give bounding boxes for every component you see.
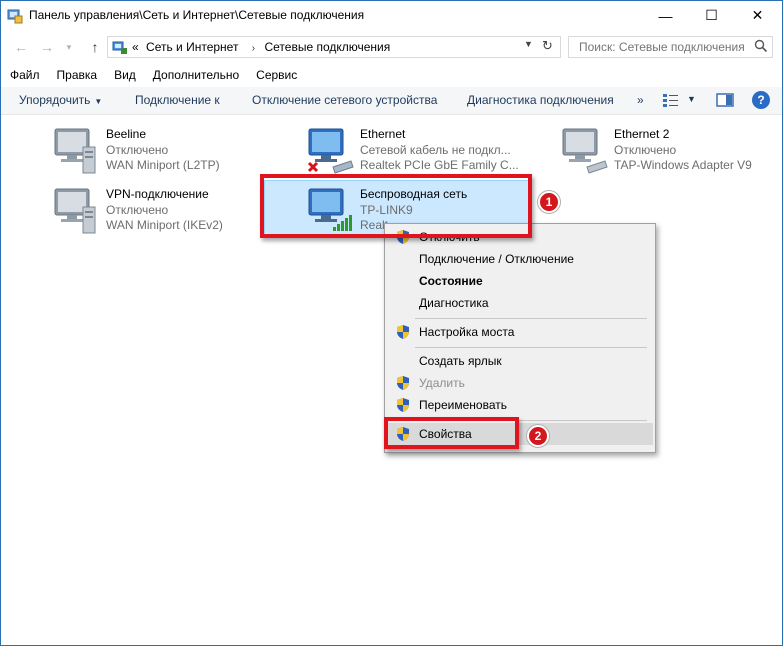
uac-shield-icon [397,398,409,412]
annotation-step-2-badge: 2 [527,425,549,447]
minimize-button[interactable]: — [643,1,688,30]
context-item-delete: Удалить [387,372,653,394]
context-item-rename[interactable]: Переименовать [387,394,653,416]
window-title: Панель управления\Сеть и Интернет\Сетевы… [29,8,365,22]
breadcrumb-overflow[interactable]: « [132,40,139,54]
breadcrumb-network-connections[interactable]: Сетевые подключения [264,40,390,54]
connection-name: Ethernet 2 [614,127,670,141]
annotation-step-1-badge: 1 [538,191,560,213]
vpn-connection-icon [54,128,96,174]
connection-name: Ethernet [360,127,406,141]
maximize-button[interactable]: ☐ [689,1,734,30]
forward-arrow-icon[interactable]: → [37,37,57,57]
search-input[interactable] [569,37,753,57]
uac-shield-icon [397,325,409,339]
breadcrumb-separator-icon[interactable]: › [252,43,255,54]
context-item-label: Подключение / Отключение [419,252,574,266]
recent-locations-chevron-icon[interactable]: ▾ [63,37,75,57]
connection-item-ethernet[interactable]: Ethernet Сетевой кабель не подкл... Real… [307,127,557,177]
context-item-diagnostics[interactable]: Диагностика [387,292,653,314]
context-item-connect-disconnect[interactable]: Подключение / Отключение [387,248,653,270]
connection-device: TAP-Windows Adapter V9 [614,158,752,172]
command-bar: Упорядочить ▼ Подключение к Отключение се… [1,87,782,115]
menu-tools[interactable]: Сервис [247,64,305,86]
view-options-chevron-icon[interactable]: ▼ [687,94,696,104]
up-arrow-icon[interactable]: ↑ [85,37,105,57]
connection-status: Сетевой кабель не подкл... [360,143,511,157]
vpn-connection-icon [54,188,96,234]
change-view-icon[interactable] [662,92,680,108]
menu-bar: Файл Правка Вид Дополнительно Сервис [1,64,782,86]
context-item-create-shortcut[interactable]: Создать ярлык [387,350,653,372]
connection-item-ethernet-2[interactable]: Ethernet 2 Отключено TAP-Windows Adapter… [561,127,783,177]
disable-device-button[interactable]: Отключение сетевого устройства [252,93,437,107]
connection-device: WAN Miniport (L2TP) [106,158,220,172]
preview-pane-icon[interactable] [716,93,734,107]
search-icon[interactable] [754,39,768,53]
context-item-status[interactable]: Состояние [387,270,653,292]
refresh-icon[interactable]: ↻ [542,38,553,54]
ethernet-disabled-icon [562,128,608,174]
back-arrow-icon[interactable]: ← [11,37,31,57]
context-item-bridge[interactable]: Настройка моста [387,321,653,343]
connection-status: Отключено [106,143,169,157]
address-bar[interactable]: « Сеть и Интернет › Сетевые подключения … [107,36,561,58]
menu-file[interactable]: Файл [1,64,48,86]
control-panel-icon [7,9,23,24]
connection-item-beeline[interactable]: Beeline Отключено WAN Miniport (L2TP) [53,127,303,177]
menu-view[interactable]: Вид [105,64,144,86]
context-item-label: Диагностика [419,296,489,310]
context-item-label: Состояние [419,274,483,288]
annotation-highlight-wireless [260,174,532,238]
context-item-label: Создать ярлык [419,354,502,368]
organize-button[interactable]: Упорядочить ▼ [19,93,102,107]
diagnose-connection-button[interactable]: Диагностика подключения [467,93,614,107]
menu-advanced[interactable]: Дополнительно [144,64,247,86]
connection-device: WAN Miniport (IKEv2) [106,218,223,232]
uac-shield-icon [397,376,409,390]
connection-name: Beeline [106,127,147,141]
breadcrumb-network-internet[interactable]: Сеть и Интернет [146,40,238,54]
close-button[interactable]: ✕ [735,1,780,30]
connection-device: Realtek PCIe GbE Family C... [360,158,519,172]
address-row: ← → ▾ ↑ « Сеть и Интернет › Сетевые подк… [1,31,782,63]
connection-status: Отключено [614,143,677,157]
annotation-highlight-properties [384,417,519,449]
more-commands-button[interactable]: » [637,93,644,107]
search-box[interactable] [568,36,773,58]
chevron-down-icon: ▼ [94,97,103,106]
organize-label: Упорядочить [19,93,91,107]
connection-name: VPN-подключение [106,187,209,201]
address-dropdown-icon[interactable]: ▼ [524,39,533,49]
title-bar[interactable]: Панель управления\Сеть и Интернет\Сетевы… [1,1,782,31]
context-item-label: Переименовать [419,398,507,412]
menu-edit[interactable]: Правка [48,64,106,86]
connect-to-button[interactable]: Подключение к [135,93,220,107]
connection-status: Отключено [106,203,169,217]
ethernet-disconnected-icon [307,128,354,174]
breadcrumb: « Сеть и Интернет › Сетевые подключения [132,40,394,54]
network-folder-icon [112,41,127,54]
menu-divider [415,347,647,348]
explorer-window: Панель управления\Сеть и Интернет\Сетевы… [0,0,783,646]
menu-divider [415,318,647,319]
help-button[interactable]: ? [752,91,770,109]
context-item-label: Удалить [419,376,465,390]
context-item-label: Настройка моста [419,325,515,339]
